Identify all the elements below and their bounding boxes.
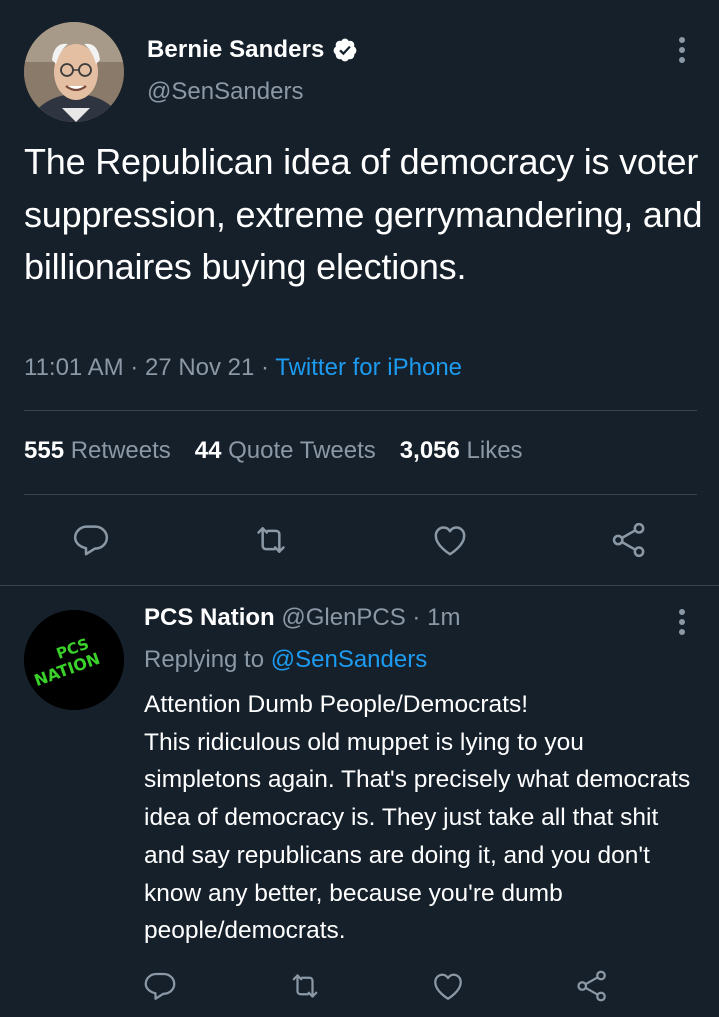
quotes-count: 44 <box>194 437 222 464</box>
divider <box>24 494 697 495</box>
likes-count: 3,056 <box>399 437 460 464</box>
verified-badge-icon <box>334 38 357 62</box>
retweets-stat[interactable]: 555 Retweets <box>24 437 171 465</box>
like-icon[interactable] <box>430 968 466 1004</box>
reply-author-name[interactable]: PCS Nation <box>144 604 275 631</box>
more-options-icon[interactable] <box>668 34 696 66</box>
tweet-meta: 11:01 AM · 27 Nov 21 · Twitter for iPhon… <box>24 354 462 382</box>
replying-to: Replying to @SenSanders <box>144 646 427 674</box>
share-icon[interactable] <box>609 520 649 560</box>
tweet-text: The Republican idea of democracy is vote… <box>24 141 703 287</box>
author-handle[interactable]: @SenSanders <box>147 78 303 106</box>
reply-text: Attention Dumb People/Democrats! This ri… <box>144 691 691 945</box>
author-avatar[interactable] <box>24 22 124 122</box>
reply-icon[interactable] <box>71 520 111 560</box>
replying-mention[interactable]: @SenSanders <box>271 646 427 673</box>
reply-author-handle[interactable]: @GlenPCS <box>281 604 405 631</box>
reply-avatar-logo: PCS NATION <box>24 610 124 710</box>
replying-label: Replying to <box>144 646 265 673</box>
retweet-icon[interactable] <box>287 968 323 1004</box>
more-options-icon[interactable] <box>668 606 696 638</box>
share-icon[interactable] <box>574 968 610 1004</box>
author-display-name[interactable]: Bernie Sanders <box>147 36 324 64</box>
retweet-icon[interactable] <box>251 520 291 560</box>
author-avatar-image <box>24 22 124 122</box>
likes-stat[interactable]: 3,056 Likes <box>400 437 523 465</box>
tweet-time[interactable]: 11:01 AM <box>24 354 124 381</box>
tweet-source[interactable]: Twitter for iPhone <box>275 354 462 381</box>
reply-tweet: PCS NATION PCS Nation @GlenPCS · 1m Repl… <box>0 586 719 1017</box>
main-tweet: Bernie Sanders @SenSanders The Republica… <box>0 0 719 585</box>
reply-header: PCS Nation @GlenPCS · 1m <box>144 604 460 632</box>
reply-dot: · <box>405 604 428 631</box>
retweets-label: Retweets <box>70 437 171 464</box>
tweet-date[interactable]: 27 Nov 21 <box>145 354 254 381</box>
author-name-row: Bernie Sanders <box>147 36 358 64</box>
retweets-count: 555 <box>24 437 65 464</box>
reply-icon[interactable] <box>142 968 178 1004</box>
reply-time[interactable]: 1m <box>427 604 460 631</box>
meta-separator: · <box>254 354 276 381</box>
divider <box>24 410 697 411</box>
tweet-stats: 555 Retweets 44 Quote Tweets 3,056 Likes <box>24 437 547 465</box>
like-icon[interactable] <box>430 520 470 560</box>
quotes-label: Quote Tweets <box>228 437 376 464</box>
quotes-stat[interactable]: 44 Quote Tweets <box>195 437 376 465</box>
meta-separator: · <box>123 354 145 381</box>
likes-label: Likes <box>466 437 523 464</box>
reply-author-avatar[interactable]: PCS NATION <box>24 610 124 710</box>
